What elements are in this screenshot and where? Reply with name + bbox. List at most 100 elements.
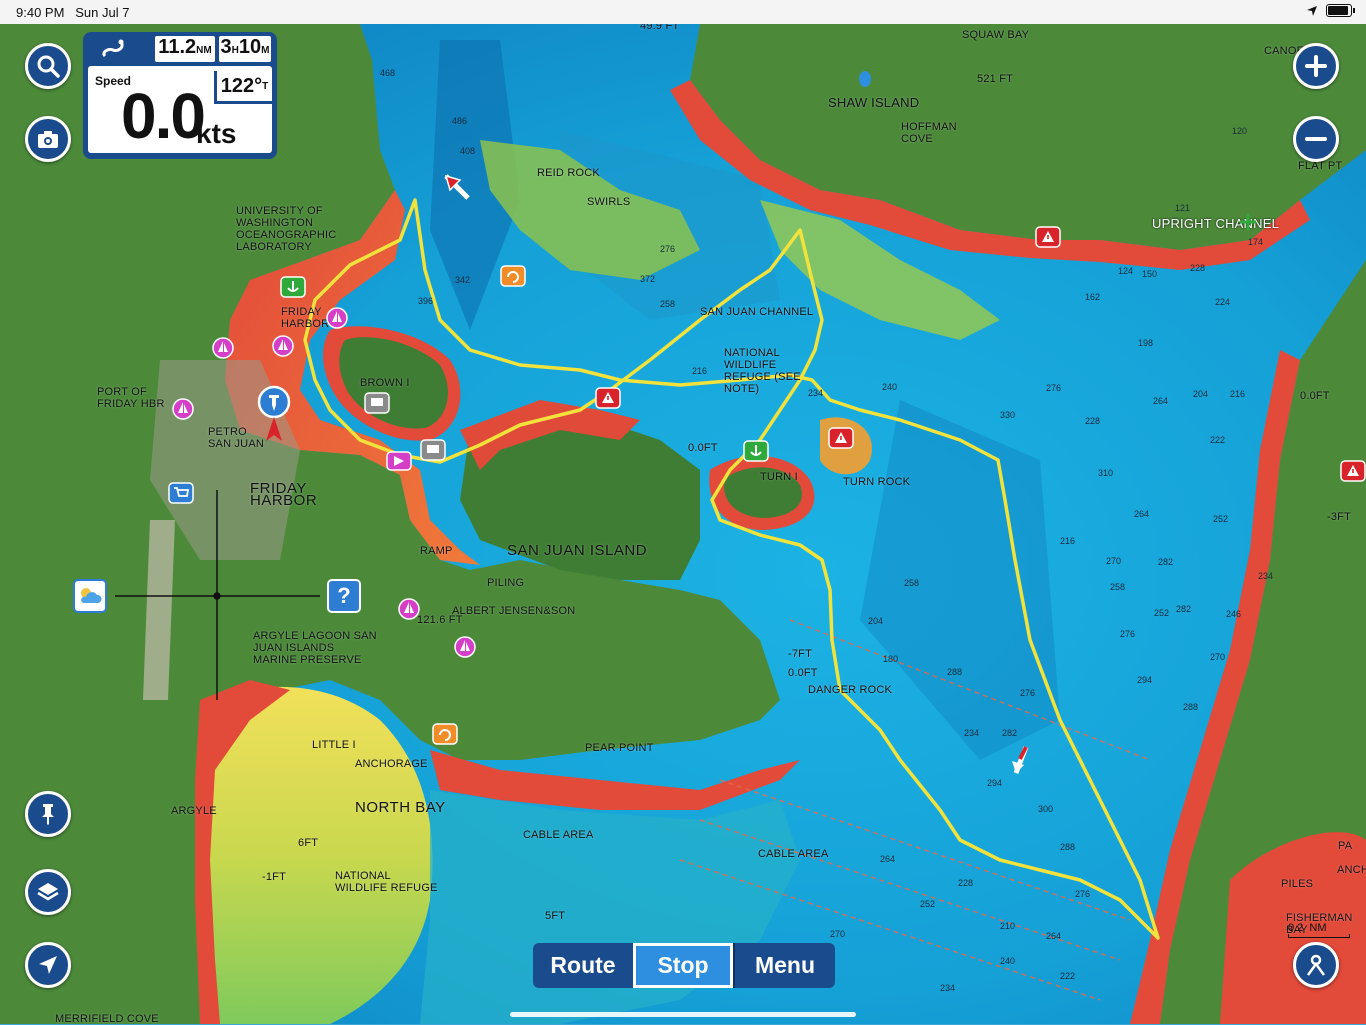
weather-button[interactable]	[73, 579, 107, 613]
label-brown-i: BROWN I	[360, 377, 410, 389]
lake-icon	[859, 71, 871, 87]
boat-position-pin-icon[interactable]	[257, 385, 291, 445]
sailboat-icon[interactable]	[326, 307, 348, 329]
label-cable-area: CABLE AREA	[523, 829, 594, 841]
sailboat-icon[interactable]	[212, 337, 234, 359]
navigation-info-panel[interactable]: 11.2 NM 3 H 10 M Speed 0.0 kts 122° T	[83, 32, 277, 159]
stop-button[interactable]: Stop	[633, 943, 733, 988]
depth-sounding: 124	[1118, 266, 1133, 276]
label-pear-point: PEAR POINT	[585, 742, 654, 754]
label-friday-harbor: FRIDAY HARBOR	[250, 480, 318, 509]
depth-sounding: 174	[1248, 237, 1263, 247]
depth-sounding: 276	[1046, 383, 1061, 393]
comment-marker-icon[interactable]	[364, 392, 390, 416]
hazard-warning-icon[interactable]	[1340, 460, 1366, 484]
comment-marker-icon[interactable]	[420, 439, 446, 463]
depth-sounding: 216	[1060, 536, 1075, 546]
label-danger-rock: DANGER ROCK	[808, 684, 893, 696]
depth-sounding: 198	[1138, 338, 1153, 348]
speed-value: 0.0	[121, 80, 206, 152]
depth-sounding: 276	[1120, 629, 1135, 639]
nautical-chart-map[interactable]: 468 486 408 396 342 372 276 258 216 234 240 276 228 3…	[0, 24, 1366, 1024]
depth-sounding: 228	[958, 878, 973, 888]
marina-icon[interactable]	[280, 276, 306, 300]
home-indicator[interactable]	[510, 1012, 856, 1017]
depth-sounding: 216	[1230, 389, 1245, 399]
label-sounding-0b: 0.0FT	[688, 442, 718, 454]
depth-sounding: 276	[1075, 889, 1090, 899]
help-label: ?	[337, 583, 351, 608]
search-button[interactable]	[25, 43, 71, 89]
time-to-go: 3 H 10 M	[219, 36, 271, 62]
sailboat-icon[interactable]	[272, 335, 294, 357]
label-cable-area-2: CABLE AREA	[758, 848, 829, 860]
depth-sounding: 121	[1175, 203, 1190, 213]
depth-sounding: 234	[940, 983, 955, 993]
label-swirls: SWIRLS	[587, 196, 631, 208]
label-shaw-island: SHAW ISLAND	[828, 95, 920, 110]
depth-sounding: 264	[880, 854, 895, 864]
hazard-warning-icon[interactable]	[595, 387, 621, 411]
sailboat-icon[interactable]	[398, 598, 420, 620]
depth-sounding: 252	[920, 899, 935, 909]
route-icon	[102, 39, 124, 58]
depth-sounding: 288	[1183, 702, 1198, 712]
label-anch: ANCH	[1337, 864, 1366, 876]
battery-icon	[1326, 4, 1355, 17]
depth-sounding: 258	[660, 299, 675, 309]
route-button[interactable]: Route	[533, 943, 633, 988]
label-reid-rock: REID ROCK	[537, 167, 600, 179]
depth-sounding: 282	[1002, 728, 1017, 738]
status-time: 9:40 PM Sun Jul 7	[16, 5, 130, 20]
label-anchorage: ANCHORAGE	[355, 758, 428, 770]
marina-icon[interactable]	[743, 440, 769, 464]
depth-sounding: 180	[883, 654, 898, 664]
depth-sounding: 228	[1085, 416, 1100, 426]
heading-arrow-icon	[444, 174, 470, 200]
user-icon	[1306, 954, 1326, 976]
label-piling: PILING	[487, 577, 525, 589]
sailboat-icon[interactable]	[172, 398, 194, 420]
label-sounding-6: 6FT	[298, 837, 319, 849]
label-sounding-3: -3FT	[1327, 511, 1352, 523]
label-turn-rock: TURN ROCK	[843, 476, 911, 488]
menu-button[interactable]: Menu	[733, 943, 835, 988]
partly-cloudy-icon	[81, 588, 102, 603]
current-marker-icon[interactable]	[432, 723, 458, 747]
label-nwr: NATIONAL WILDLIFE REFUGE (SEE NOTE)	[724, 347, 801, 395]
zoom-out-button[interactable]	[1293, 116, 1339, 162]
label-sounding-0: 0.0FT	[788, 667, 818, 679]
layers-button[interactable]	[25, 869, 71, 915]
help-button[interactable]: ?	[327, 579, 361, 613]
label-nwr-2: NATIONAL WILDLIFE REFUGE	[335, 870, 438, 894]
zoom-in-button[interactable]	[1293, 43, 1339, 89]
label-sounding-121: 121.6 FT	[417, 614, 463, 626]
depth-sounding: 330	[1000, 410, 1015, 420]
depth-sounding: 252	[1213, 514, 1228, 524]
label-pa: PA	[1338, 840, 1353, 852]
flag-marker-icon[interactable]	[386, 451, 412, 473]
account-button[interactable]	[1293, 942, 1339, 988]
sailboat-icon[interactable]	[454, 636, 476, 658]
current-marker-icon[interactable]	[500, 265, 526, 289]
camera-icon	[38, 131, 58, 148]
hazard-warning-icon[interactable]	[828, 427, 854, 451]
label-pilings: PILES	[1281, 878, 1314, 890]
follow-mode-button[interactable]	[25, 942, 71, 988]
label-sounding-7: -7FT	[788, 648, 813, 660]
depth-sounding: 240	[1000, 956, 1015, 966]
label-san-juan-island: SAN JUAN ISLAND	[507, 542, 648, 559]
pin-icon	[42, 804, 54, 825]
depth-sounding: 270	[830, 929, 845, 939]
depth-sounding: 282	[1158, 557, 1173, 567]
depth-sounding: 246	[1226, 609, 1241, 619]
label-san-juan-channel: SAN JUAN CHANNEL	[700, 306, 814, 318]
drop-pin-button[interactable]	[25, 791, 71, 837]
camera-button[interactable]	[25, 116, 71, 162]
hazard-warning-icon[interactable]	[1035, 226, 1061, 250]
label-university: UNIVERSITY OF WASHINGTON OCEANOGRAPHIC L…	[236, 205, 337, 253]
depth-sounding: 276	[1020, 688, 1035, 698]
bottom-toolbar: Route Stop Menu	[533, 943, 835, 988]
shopping-cart-icon[interactable]	[168, 482, 194, 506]
depth-sounding: 258	[1110, 582, 1125, 592]
